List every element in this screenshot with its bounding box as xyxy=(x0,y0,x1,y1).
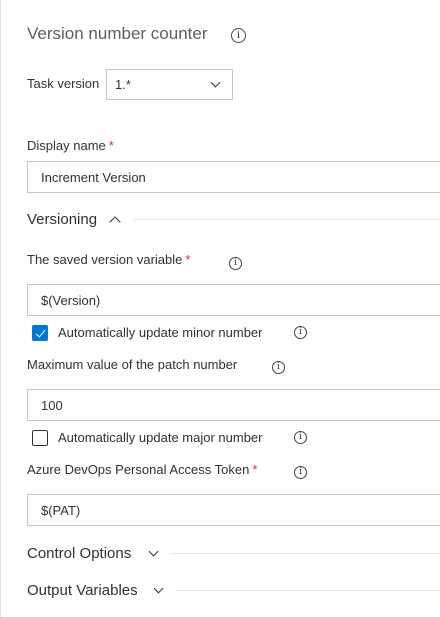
task-settings-panel: Version number counter i Task version 1.… xyxy=(0,0,440,617)
display-name-value: Increment Version xyxy=(41,170,146,185)
control-options-title: Control Options xyxy=(27,545,132,562)
auto-major-label[interactable]: Automatically update major number xyxy=(58,430,263,446)
auto-major-checkbox[interactable] xyxy=(32,430,48,446)
saved-variable-label: The saved version variable * xyxy=(27,252,190,268)
auto-minor-checkbox[interactable] xyxy=(32,325,48,341)
versioning-section-title: Versioning xyxy=(27,211,98,228)
required-mark: * xyxy=(252,462,258,477)
info-icon[interactable]: i xyxy=(294,326,307,339)
versioning-divider xyxy=(134,219,440,220)
required-mark: * xyxy=(108,138,114,153)
max-patch-input[interactable]: 100 xyxy=(27,389,440,421)
info-icon[interactable]: i xyxy=(231,28,246,43)
control-options-section-header[interactable]: Control Options xyxy=(27,544,131,564)
max-patch-label: Maximum value of the patch number xyxy=(27,357,238,372)
auto-minor-label[interactable]: Automatically update minor number xyxy=(58,325,263,341)
info-icon[interactable]: i xyxy=(294,466,307,479)
task-version-value: 1.* xyxy=(115,77,131,92)
pat-input[interactable]: $(PAT) xyxy=(27,494,440,526)
pat-value: $(PAT) xyxy=(41,503,81,518)
chevron-down-icon[interactable] xyxy=(153,583,164,594)
output-variables-section-header[interactable]: Output Variables xyxy=(27,581,138,601)
pat-label: Azure DevOps Personal Access Token * xyxy=(27,462,257,478)
display-name-label: Display name * xyxy=(27,138,114,154)
display-name-label-text: Display name xyxy=(27,138,106,153)
control-options-divider xyxy=(171,553,440,554)
task-version-label: Task version xyxy=(27,76,100,91)
chevron-down-icon xyxy=(210,77,221,88)
saved-variable-value: $(Version) xyxy=(41,293,101,308)
task-version-select[interactable]: 1.* xyxy=(106,69,233,100)
chevron-down-icon[interactable] xyxy=(148,546,159,557)
saved-variable-input[interactable]: $(Version) xyxy=(27,284,440,316)
pat-label-text: Azure DevOps Personal Access Token xyxy=(27,462,250,477)
versioning-section-header[interactable]: Versioning xyxy=(27,210,97,230)
output-variables-title: Output Variables xyxy=(27,582,138,599)
info-icon[interactable]: i xyxy=(272,361,285,374)
chevron-up-icon[interactable] xyxy=(109,216,121,228)
page-title: Version number counter xyxy=(27,24,208,43)
output-variables-divider xyxy=(176,590,440,591)
checkmark-icon xyxy=(35,326,45,338)
info-icon[interactable]: i xyxy=(294,431,307,444)
max-patch-value: 100 xyxy=(41,398,63,413)
saved-variable-label-text: The saved version variable xyxy=(27,252,183,267)
required-mark: * xyxy=(185,252,191,267)
display-name-input[interactable]: Increment Version xyxy=(27,161,440,193)
info-icon[interactable]: i xyxy=(229,257,242,270)
